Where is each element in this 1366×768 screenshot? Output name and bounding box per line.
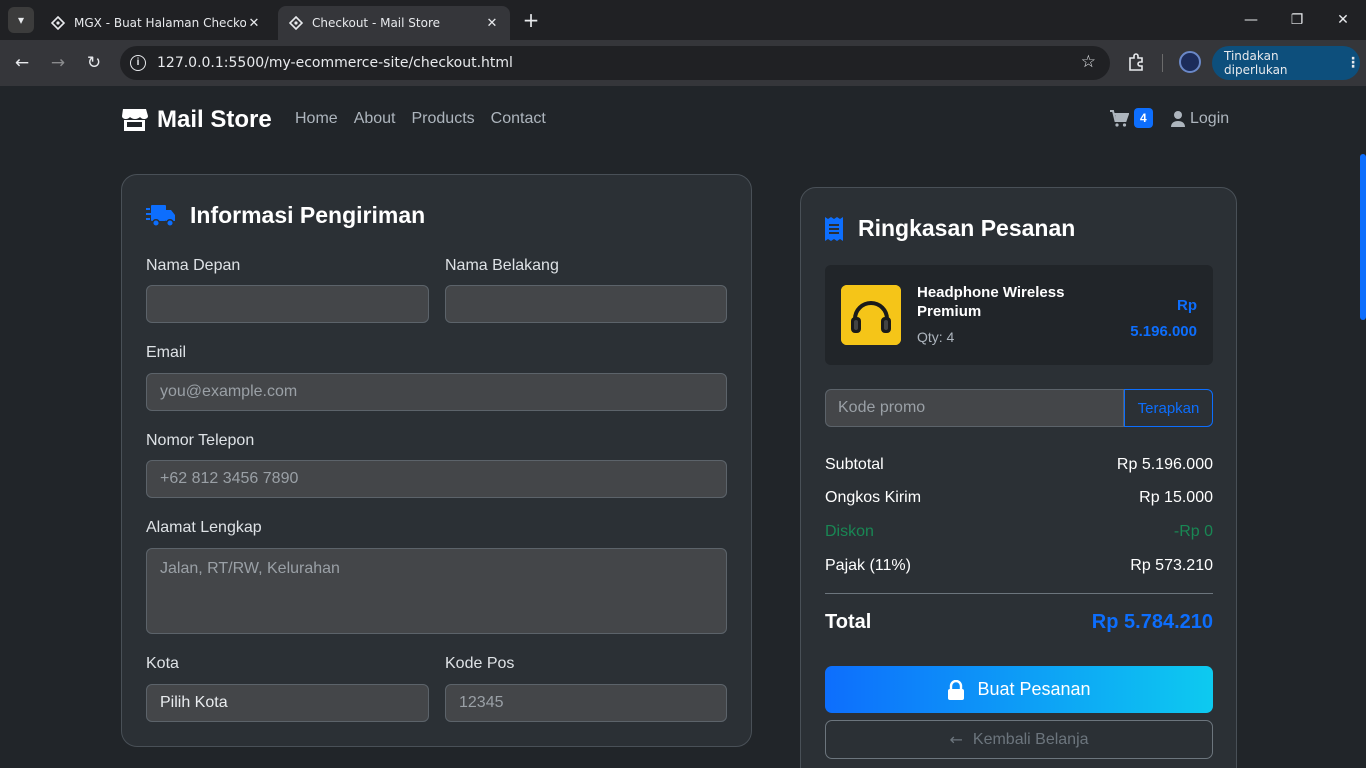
profile-avatar[interactable] [1179, 51, 1201, 73]
order-summary-card: Ringkasan Pesanan Headphone Wireless Pre… [800, 187, 1237, 768]
first-name-field[interactable] [146, 285, 429, 323]
total-row: Total Rp 5.784.210 [825, 611, 1213, 634]
place-order-label: Buat Pesanan [977, 679, 1091, 699]
row-label: Pajak (11%) [825, 557, 911, 574]
address-label: Alamat Lengkap [146, 519, 262, 536]
close-tab-icon[interactable]: ✕ [246, 16, 262, 31]
place-order-button[interactable]: Buat Pesanan [825, 666, 1213, 713]
summary-heading: Ringkasan Pesanan [825, 215, 1075, 242]
promo-code-input[interactable]: Kode promo [825, 389, 1124, 427]
store-icon [122, 109, 148, 131]
row-label: Subtotal [825, 456, 884, 473]
action-required-button[interactable]: Tindakan diperlukan ⋮ [1212, 46, 1360, 80]
address-textarea[interactable]: Jalan, RT/RW, Kelurahan [146, 548, 727, 634]
phone-label: Nomor Telepon [146, 432, 255, 449]
login-label: Login [1190, 110, 1230, 127]
total-value: Rp 5.784.210 [1091, 611, 1213, 633]
bookmark-star-icon[interactable]: ☆ [1081, 52, 1096, 72]
product-qty: Qty: 4 [917, 329, 955, 345]
email-field[interactable]: you@example.com [146, 373, 727, 411]
shipping-heading: Informasi Pengiriman [146, 202, 425, 229]
forward-icon[interactable]: → [46, 51, 70, 75]
cart-count-badge: 4 [1134, 108, 1153, 128]
page: Mail Store Home About Products Contact 4… [0, 86, 1366, 768]
discount-row: Diskon -Rp 0 [825, 523, 1213, 541]
new-tab-button[interactable]: + [520, 9, 542, 31]
scrollbar[interactable] [1360, 154, 1366, 320]
tab-favicon-icon [50, 15, 66, 31]
browser-tab-bar: ▾ MGX - Buat Halaman Checkout ✕ Checkout… [0, 0, 1366, 40]
cart-button[interactable]: 4 [1110, 108, 1153, 128]
tab-favicon-icon [288, 15, 304, 31]
apply-promo-button[interactable]: Terapkan [1124, 389, 1213, 427]
site-info-icon[interactable]: i [130, 55, 146, 71]
nav-about[interactable]: About [354, 110, 396, 128]
divider [825, 593, 1213, 594]
first-name-label: Nama Depan [146, 257, 241, 274]
nav-products[interactable]: Products [412, 110, 475, 128]
product-price: Rp 5.196.000 [1107, 293, 1197, 345]
back-icon[interactable]: ← [10, 51, 34, 75]
menu-dots-icon[interactable]: ⋮ [1346, 55, 1360, 71]
main-nav: Home About Products Contact [295, 110, 562, 128]
address-bar[interactable]: i 127.0.0.1:5500/my-ecommerce-site/check… [120, 46, 1110, 80]
row-value: -Rp 0 [1173, 523, 1213, 540]
tab-search-button[interactable]: ▾ [8, 7, 34, 33]
arrow-left-icon: ← [949, 730, 963, 749]
tax-row: Pajak (11%) Rp 573.210 [825, 557, 1213, 575]
continue-shopping-button[interactable]: ← Kembali Belanja [825, 720, 1213, 759]
row-label: Ongkos Kirim [825, 489, 922, 506]
tab-checkout[interactable]: Checkout - Mail Store ✕ [278, 6, 510, 40]
brand[interactable]: Mail Store [121, 106, 272, 134]
price-amount: 5.196.000 [1130, 323, 1197, 340]
last-name-label: Nama Belakang [445, 257, 559, 274]
postal-label: Kode Pos [445, 655, 515, 672]
continue-shopping-label: Kembali Belanja [972, 730, 1089, 748]
row-value: Rp 15.000 [1139, 489, 1213, 506]
product-image [841, 285, 901, 345]
phone-field[interactable]: +62 812 3456 7890 [146, 460, 727, 498]
subtotal-row: Subtotal Rp 5.196.000 [825, 456, 1213, 474]
city-select[interactable]: Pilih Kota [146, 684, 429, 722]
close-tab-icon[interactable]: ✕ [484, 16, 500, 31]
reload-icon[interactable]: ↻ [82, 51, 106, 75]
nav-home[interactable]: Home [295, 110, 338, 128]
row-value: Rp 573.210 [1130, 557, 1213, 574]
truck-fast-icon [146, 204, 175, 227]
row-value: Rp 5.196.000 [1116, 456, 1213, 473]
lock-icon [948, 679, 965, 700]
toolbar-divider [1162, 54, 1163, 72]
shipping-cost-row: Ongkos Kirim Rp 15.000 [825, 489, 1213, 507]
row-label: Diskon [825, 523, 874, 540]
login-link[interactable]: Login [1171, 110, 1229, 128]
url-text[interactable]: 127.0.0.1:5500/my-ecommerce-site/checkou… [157, 55, 513, 71]
summary-title: Ringkasan Pesanan [858, 215, 1076, 241]
tab-title: MGX - Buat Halaman Checkout [74, 16, 246, 30]
shipping-title: Informasi Pengiriman [190, 202, 426, 228]
tab-title: Checkout - Mail Store [312, 16, 441, 30]
last-name-field[interactable] [445, 285, 727, 323]
shipping-card: Informasi Pengiriman Nama Depan Nama Bel… [121, 174, 752, 747]
shopping-cart-icon [1110, 109, 1129, 127]
product-name: Headphone Wireless Premium [917, 284, 1065, 320]
postal-code-field[interactable]: 12345 [445, 684, 727, 722]
tab-mgx[interactable]: MGX - Buat Halaman Checkout ✕ [40, 6, 272, 40]
user-icon [1171, 111, 1185, 127]
brand-name: Mail Store [157, 106, 272, 133]
extensions-icon[interactable] [1126, 52, 1146, 72]
total-label: Total [825, 611, 872, 633]
email-label: Email [146, 344, 187, 361]
close-window-icon[interactable]: ✕ [1320, 0, 1366, 40]
price-currency: Rp [1177, 297, 1197, 314]
promo-group: Kode promo Terapkan [825, 389, 1213, 427]
city-label: Kota [146, 655, 179, 672]
cart-item: Headphone Wireless Premium Qty: 4 Rp 5.1… [825, 265, 1213, 365]
browser-toolbar: ← → ↻ i 127.0.0.1:5500/my-ecommerce-site… [0, 40, 1366, 86]
minimize-icon[interactable]: — [1228, 0, 1274, 40]
action-required-label: Tindakan diperlukan [1224, 49, 1288, 77]
nav-contact[interactable]: Contact [491, 110, 546, 128]
restore-icon[interactable]: ❐ [1274, 0, 1320, 40]
receipt-icon [825, 216, 843, 241]
